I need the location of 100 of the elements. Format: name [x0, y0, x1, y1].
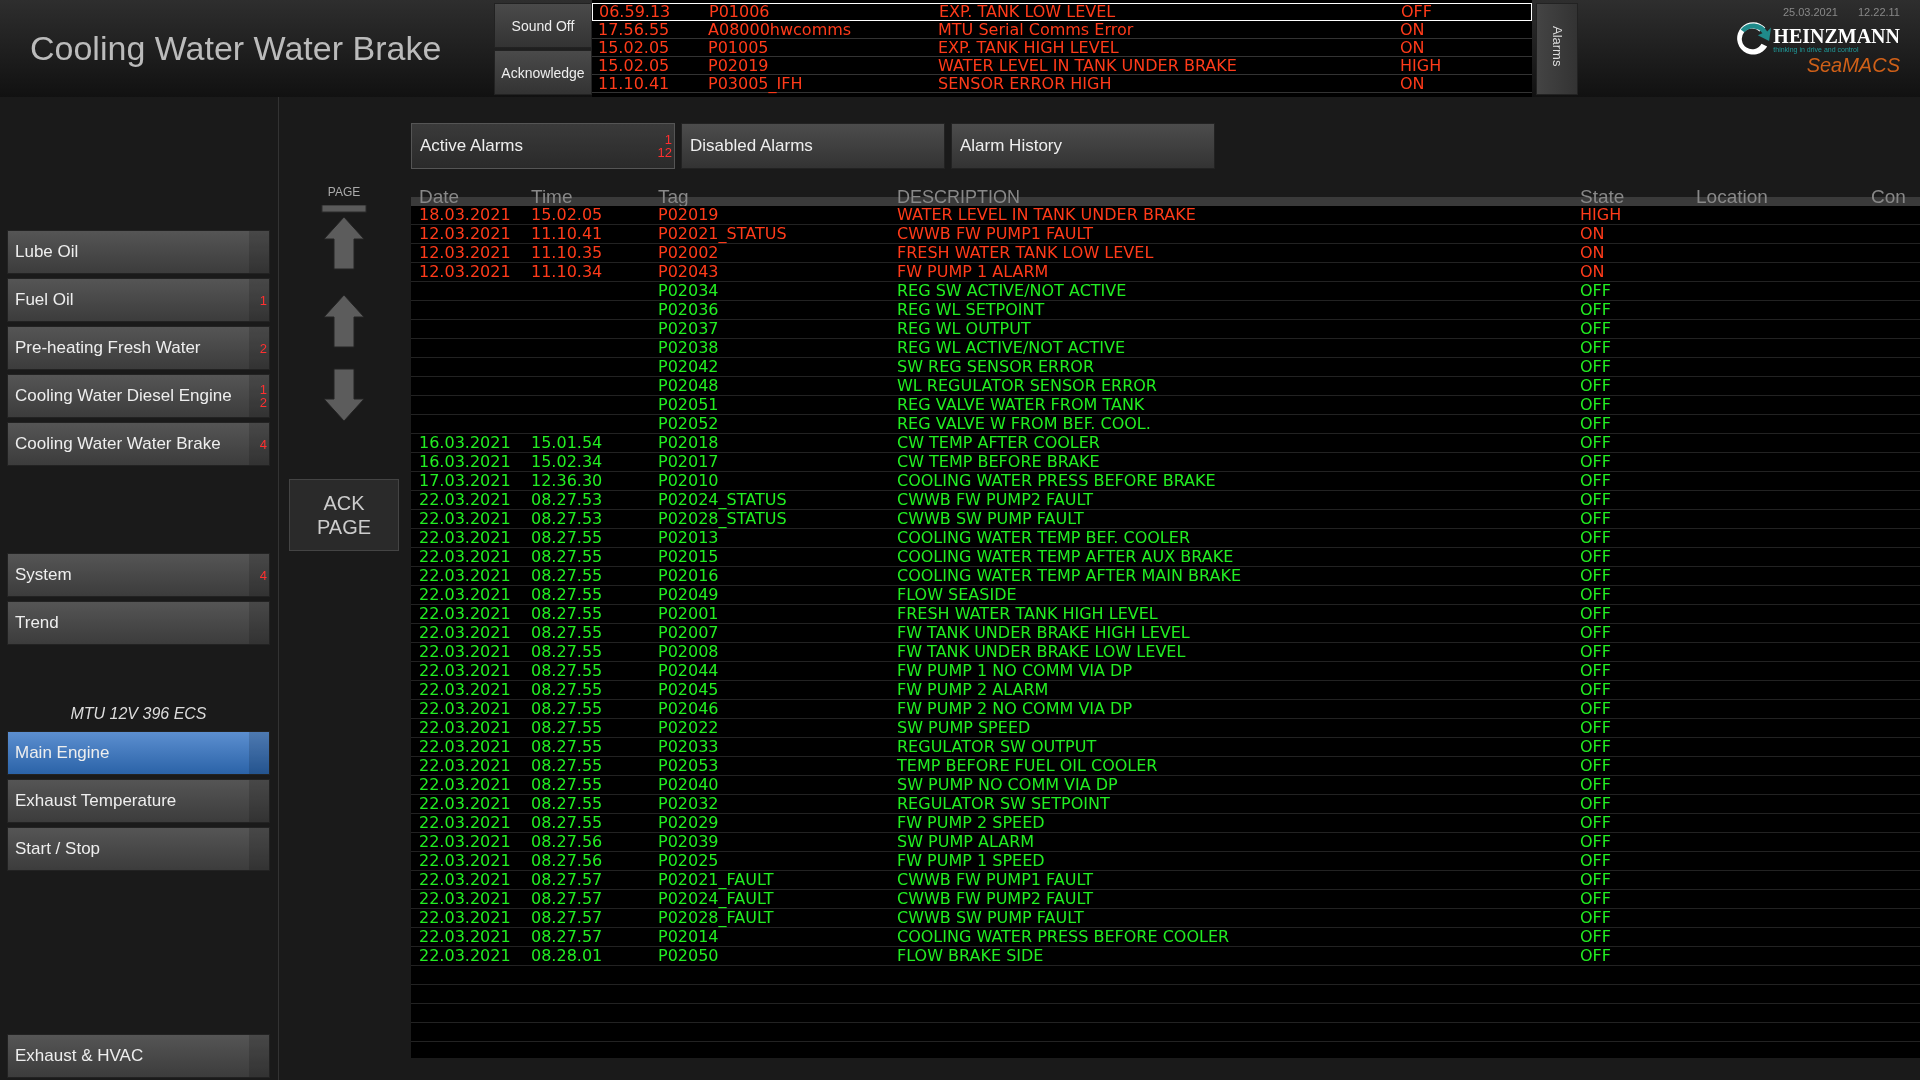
- table-cell: OFF: [1580, 908, 1611, 927]
- column-header: Time: [531, 187, 574, 206]
- table-cell: 22.03.2021: [419, 547, 511, 566]
- table-cell: OFF: [1580, 661, 1611, 680]
- banner-row[interactable]: 15.02.05 P02019 WATER LEVEL IN TANK UNDER BRAKE HIGH: [592, 57, 1532, 75]
- table-cell: P02028_FAULT: [658, 908, 774, 927]
- column-header: Location: [1696, 187, 1769, 206]
- nav-button[interactable]: Exhaust & HVAC: [7, 1034, 270, 1078]
- table-cell: P02050: [658, 946, 719, 965]
- table-cell: FW PUMP 1 SPEED: [897, 851, 1045, 870]
- table-cell: 08.27.53: [531, 490, 603, 509]
- table-cell: ON: [1580, 243, 1605, 262]
- table-cell: 22.03.2021: [419, 775, 511, 794]
- table-cell: ON: [1580, 262, 1605, 281]
- table-cell: P02032: [658, 794, 719, 813]
- table-cell: OFF: [1580, 756, 1611, 775]
- table-cell: FLOW BRAKE SIDE: [897, 946, 1044, 965]
- table-cell: COOLING WATER TEMP BEF. COOLER: [897, 528, 1190, 547]
- table-cell: OFF: [1580, 699, 1611, 718]
- banner-row[interactable]: 06.59.13 P01006 EXP. TANK LOW LEVEL OFF: [592, 3, 1532, 21]
- table-cell: P02029: [658, 813, 719, 832]
- ack-page-button[interactable]: ACK PAGE: [289, 479, 399, 551]
- nav-button[interactable]: Fuel Oil 1: [7, 278, 270, 322]
- tab[interactable]: Alarm History: [951, 123, 1215, 169]
- alarms-tab[interactable]: Alarms: [1536, 3, 1578, 95]
- banner-row[interactable]: 11.10.41 P03005_IFH SENSOR ERROR HIGH ON: [592, 75, 1532, 93]
- banner-state: HIGH: [1400, 58, 1442, 74]
- table-cell: REG WL ACTIVE/NOT ACTIVE: [897, 338, 1126, 357]
- table-cell: 22.03.2021: [419, 642, 511, 661]
- table-cell: P02014: [658, 927, 719, 946]
- table-cell: P02040: [658, 775, 719, 794]
- banner-state: ON: [1400, 40, 1425, 56]
- column-header: State: [1580, 187, 1626, 206]
- banner-tag: P01005: [708, 40, 938, 56]
- table-cell: OFF: [1580, 547, 1611, 566]
- page-title: Cooling Water Water Brake: [29, 28, 443, 69]
- table-cell: 22.03.2021: [419, 623, 511, 642]
- alarm-button[interactable]: Sound Off: [494, 3, 592, 48]
- table-cell: OFF: [1580, 338, 1611, 357]
- table-cell: CWWB FW PUMP2 FAULT: [897, 490, 1093, 509]
- banner-tag: P02019: [708, 58, 938, 74]
- table-cell: P02028_STATUS: [658, 509, 787, 528]
- table-cell: 22.03.2021: [419, 794, 511, 813]
- table-cell: OFF: [1580, 813, 1611, 832]
- banner-description: WATER LEVEL IN TANK UNDER BRAKE: [938, 58, 1238, 74]
- banner-time: 15.02.05: [597, 40, 671, 56]
- table-cell: OFF: [1580, 376, 1611, 395]
- table-cell: 15.02.05: [531, 205, 603, 224]
- nav-button[interactable]: Start / Stop: [7, 827, 270, 871]
- table-cell: OFF: [1580, 585, 1611, 604]
- nav-button[interactable]: Main Engine: [7, 731, 270, 775]
- banner-row[interactable]: 17.56.55 A08000hwcomms MTU Serial Comms Error ON: [592, 21, 1532, 39]
- table-cell: FRESH WATER TANK HIGH LEVEL: [897, 604, 1158, 623]
- table-cell: 08.27.53: [531, 509, 603, 528]
- table-cell: 08.27.57: [531, 870, 603, 889]
- table-cell: COOLING WATER TEMP AFTER AUX BRAKE: [897, 547, 1234, 566]
- tab[interactable]: Disabled Alarms: [681, 123, 945, 169]
- table-cell: OFF: [1580, 281, 1611, 300]
- table-cell: OFF: [1580, 471, 1611, 490]
- nav-button[interactable]: Cooling Water Diesel Engine 1 2: [7, 374, 270, 418]
- tab[interactable]: Active Alarms 1 12: [411, 123, 675, 169]
- table-cell: 18.03.2021: [419, 205, 511, 224]
- table-cell: OFF: [1580, 528, 1611, 547]
- table-cell: WL REGULATOR SENSOR ERROR: [897, 376, 1157, 395]
- table-cell: OFF: [1580, 737, 1611, 756]
- nav-button[interactable]: Cooling Water Water Brake 4: [7, 422, 270, 466]
- table-cell: 12.03.2021: [419, 243, 511, 262]
- page-label: PAGE: [327, 185, 361, 199]
- table-cell: 22.03.2021: [419, 528, 511, 547]
- table-cell: OFF: [1580, 357, 1611, 376]
- banner-tag: P01006: [709, 4, 939, 20]
- logo-name: HEINZMANN: [1773, 25, 1900, 46]
- table-cell: COOLING WATER TEMP AFTER MAIN BRAKE: [897, 566, 1242, 585]
- banner-row[interactable]: 15.02.05 P01005 EXP. TANK HIGH LEVEL ON: [592, 39, 1532, 57]
- table-cell: P02046: [658, 699, 719, 718]
- table-cell: P02022: [658, 718, 719, 737]
- table-cell: 15.01.54: [531, 433, 603, 452]
- table-cell: 08.27.57: [531, 927, 603, 946]
- nav-button[interactable]: Exhaust Temperature: [7, 779, 270, 823]
- table-cell: OFF: [1580, 680, 1611, 699]
- table-cell: P02002: [658, 243, 719, 262]
- banner-state: ON: [1400, 22, 1425, 38]
- alarm-button[interactable]: Acknowledge: [494, 50, 592, 95]
- column-header: Con: [1871, 187, 1906, 206]
- nav-button[interactable]: System 4: [7, 553, 270, 597]
- table-cell: P02017: [658, 452, 719, 471]
- nav-button[interactable]: Trend: [7, 601, 270, 645]
- table-cell: SW PUMP NO COMM VIA DP: [897, 775, 1118, 794]
- nav-button[interactable]: Lube Oil: [7, 230, 270, 274]
- nav-button[interactable]: Pre-heating Fresh Water 2: [7, 326, 270, 370]
- table-cell: P02037: [658, 319, 719, 338]
- table-cell: P02048: [658, 376, 719, 395]
- table-cell: FLOW SEASIDE: [897, 585, 1017, 604]
- table-cell: 12.36.30: [531, 471, 603, 490]
- table-cell: FRESH WATER TANK LOW LEVEL: [897, 243, 1154, 262]
- table-cell: OFF: [1580, 946, 1611, 965]
- table-cell: 22.03.2021: [419, 851, 511, 870]
- table-cell: 08.27.57: [531, 889, 603, 908]
- table-cell: 08.27.55: [531, 528, 603, 547]
- table-cell: 08.27.55: [531, 661, 603, 680]
